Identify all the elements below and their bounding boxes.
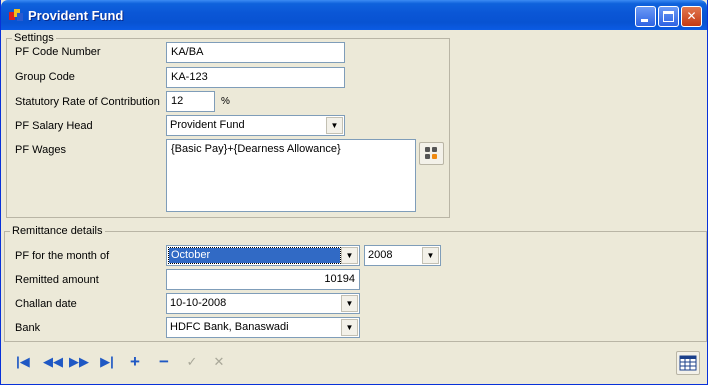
salary-head-value: Provident Fund bbox=[170, 119, 245, 131]
bank-value: HDFC Bank, Banaswadi bbox=[170, 321, 289, 333]
month-label: PF for the month of bbox=[15, 250, 110, 262]
remitted-amount-label: Remitted amount bbox=[15, 274, 99, 286]
delete-icon[interactable]: − bbox=[154, 352, 174, 372]
maximize-icon bbox=[663, 11, 674, 22]
remitted-amount-input[interactable]: 10194 bbox=[166, 269, 360, 290]
percent-unit: % bbox=[221, 96, 230, 107]
check-icon[interactable]: ✓ bbox=[182, 352, 202, 372]
challan-date-picker[interactable]: 10-10-2008 ▼ bbox=[166, 293, 360, 314]
month-value: October bbox=[168, 247, 341, 264]
settings-legend: Settings bbox=[14, 32, 54, 44]
bank-select[interactable]: HDFC Bank, Banaswadi ▼ bbox=[166, 317, 360, 338]
provident-fund-window: Provident Fund ✕ Settings PF Code Number… bbox=[0, 0, 708, 385]
app-icon bbox=[9, 9, 23, 21]
grid-view-icon bbox=[679, 355, 697, 371]
grid-view-button[interactable] bbox=[676, 351, 700, 375]
challan-date-value: 10-10-2008 bbox=[170, 297, 227, 309]
chevron-down-icon[interactable]: ▼ bbox=[341, 295, 358, 312]
chevron-down-icon[interactable]: ▼ bbox=[326, 117, 343, 134]
chevron-down-icon[interactable]: ▼ bbox=[341, 319, 358, 336]
salary-head-label: PF Salary Head bbox=[15, 120, 93, 132]
challan-date-label: Challan date bbox=[15, 298, 77, 310]
last-record-icon[interactable]: ▶| bbox=[97, 352, 117, 372]
contribution-rate-input[interactable]: 12 bbox=[166, 91, 215, 112]
pf-wages-formula-input[interactable]: {Basic Pay}+{Dearness Allowance} bbox=[166, 139, 416, 212]
next-record-icon[interactable]: ▶▶ bbox=[69, 352, 89, 372]
bank-label: Bank bbox=[15, 322, 41, 334]
calculator-button[interactable] bbox=[419, 142, 444, 165]
group-code-input[interactable]: KA-123 bbox=[166, 67, 345, 88]
pf-code-input[interactable]: KA/BA bbox=[166, 42, 345, 63]
month-select[interactable]: October ▼ bbox=[166, 245, 360, 266]
close-button[interactable]: ✕ bbox=[681, 6, 702, 27]
window-title: Provident Fund bbox=[28, 8, 124, 23]
pf-wages-label: PF Wages bbox=[15, 144, 66, 156]
minimize-icon bbox=[641, 19, 648, 22]
cancel-icon[interactable]: ✕ bbox=[209, 352, 229, 372]
chevron-down-icon[interactable]: ▼ bbox=[422, 247, 439, 264]
chevron-down-icon[interactable]: ▼ bbox=[341, 247, 358, 264]
minimize-button[interactable] bbox=[635, 6, 656, 27]
pf-code-label: PF Code Number bbox=[15, 46, 101, 58]
contribution-rate-label: Statutory Rate of Contribution bbox=[15, 96, 160, 108]
maximize-button[interactable] bbox=[658, 6, 679, 27]
previous-record-icon[interactable]: ◀◀ bbox=[43, 352, 63, 372]
title-bar[interactable]: Provident Fund ✕ bbox=[1, 0, 707, 30]
add-icon[interactable]: + bbox=[125, 352, 145, 372]
salary-head-select[interactable]: Provident Fund ▼ bbox=[166, 115, 345, 136]
year-select[interactable]: 2008 ▼ bbox=[364, 245, 441, 266]
first-record-icon[interactable]: |◀ bbox=[13, 352, 33, 372]
remittance-legend: Remittance details bbox=[12, 225, 103, 237]
year-value: 2008 bbox=[368, 249, 393, 261]
group-code-label: Group Code bbox=[15, 71, 75, 83]
close-icon: ✕ bbox=[686, 9, 697, 23]
